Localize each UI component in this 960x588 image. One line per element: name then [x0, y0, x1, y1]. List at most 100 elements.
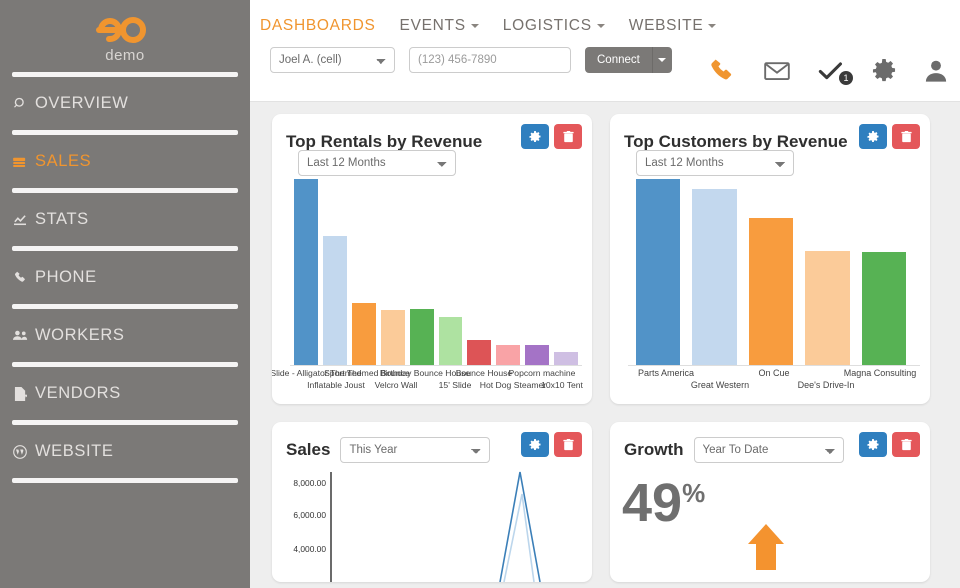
- phone-icon: [12, 271, 28, 284]
- panel-settings-button[interactable]: [521, 432, 549, 457]
- bar: [323, 236, 347, 366]
- panel-title: Growth: [624, 440, 684, 460]
- bar: [410, 309, 434, 366]
- sidebar-item-label: WEBSITE: [35, 442, 113, 461]
- bar: [805, 251, 849, 366]
- panel-settings-button[interactable]: [521, 124, 549, 149]
- x-tick-label: Velcro Wall: [375, 380, 418, 390]
- bar: [496, 345, 520, 366]
- envelope-icon[interactable]: [764, 61, 790, 81]
- tab-website[interactable]: WEBSITE: [629, 17, 717, 35]
- bar: [749, 218, 793, 366]
- file-invoice-icon: [12, 387, 28, 401]
- x-tick-label: Popcorn machine: [509, 368, 576, 378]
- sidebar-item-phone[interactable]: PHONE: [0, 251, 250, 304]
- x-tick-label: Parts America: [638, 368, 694, 378]
- sidebar-divider: [12, 246, 238, 251]
- sidebar-item-sales[interactable]: SALES: [0, 135, 250, 188]
- tab-events[interactable]: EVENTS: [400, 17, 479, 35]
- arrow-up-icon: [746, 524, 786, 575]
- period-select[interactable]: Year To Date: [694, 437, 844, 463]
- tasks-check-icon[interactable]: 1: [818, 61, 844, 81]
- line-series-1: [500, 472, 540, 582]
- trash-icon: [901, 131, 912, 143]
- trash-icon: [563, 439, 574, 451]
- trash-icon: [901, 439, 912, 451]
- brand-logo[interactable]: demo: [0, 0, 250, 72]
- sidebar-item-label: OVERVIEW: [35, 94, 128, 113]
- x-tick-label: Dee's Drive-In: [798, 380, 855, 390]
- bar-series: [294, 154, 578, 366]
- bar: [439, 317, 463, 366]
- connect-dropdown-toggle[interactable]: [652, 47, 672, 73]
- chart-top-rentals: Dry Slide - Alligator Themed Inflatable …: [272, 154, 592, 404]
- chevron-down-icon: [708, 24, 716, 28]
- sidebar-item-website[interactable]: WEBSITE: [0, 425, 250, 478]
- sidebar-divider: [12, 72, 238, 77]
- bar: [692, 189, 736, 366]
- x-tick-label: On Cue: [758, 368, 789, 378]
- growth-kpi: 49%: [610, 466, 930, 582]
- bar: [862, 252, 906, 366]
- phone-line-select[interactable]: Joel A. (cell): [270, 47, 395, 73]
- sidebar-divider: [12, 188, 238, 193]
- sidebar-item-label: PHONE: [35, 268, 97, 287]
- main-content: DASHBOARDS EVENTS LOGISTICS WEBSITE Joel…: [250, 0, 960, 588]
- x-tick-label: Inflatable Joust: [307, 380, 365, 390]
- connect-button[interactable]: Connect: [585, 47, 652, 73]
- bar: [554, 352, 578, 366]
- bar: [467, 340, 491, 366]
- tab-label: LOGISTICS: [503, 17, 592, 34]
- sidebar-item-overview[interactable]: OVERVIEW: [0, 77, 250, 130]
- top-navigation: DASHBOARDS EVENTS LOGISTICS WEBSITE: [250, 0, 960, 35]
- sidebar-divider: [12, 478, 238, 483]
- panel-delete-button[interactable]: [554, 124, 582, 149]
- x-axis-labels: Parts America Great Western On Cue Dee's…: [610, 368, 930, 400]
- chart-line-icon: [12, 214, 28, 226]
- growth-number: 49: [622, 473, 682, 533]
- notification-badge: 1: [839, 71, 853, 85]
- period-select[interactable]: This Year: [340, 437, 490, 463]
- tab-dashboards[interactable]: DASHBOARDS: [260, 17, 376, 35]
- panel-settings-button[interactable]: [859, 124, 887, 149]
- sidebar-divider: [12, 362, 238, 367]
- gear-icon: [529, 439, 541, 451]
- x-tick-label: Bounce House: [456, 368, 512, 378]
- user-icon[interactable]: [924, 59, 948, 83]
- x-tick-label: Great Western: [691, 380, 749, 390]
- panel-top-customers: Top Customers by Revenue Last 12 Months: [610, 114, 930, 404]
- sidebar-item-vendors[interactable]: VENDORS: [0, 367, 250, 420]
- wordpress-icon: [12, 445, 28, 459]
- panel-delete-button[interactable]: [892, 124, 920, 149]
- users-icon: [12, 330, 28, 341]
- sales-line-series: [272, 466, 592, 582]
- phone-number-input[interactable]: [409, 47, 571, 73]
- sidebar-item-label: STATS: [35, 210, 89, 229]
- panel-actions: [859, 432, 920, 457]
- growth-value: 49%: [622, 476, 705, 530]
- x-tick-label: 15' Slide: [439, 380, 472, 390]
- x-tick-label: Magna Consulting: [844, 368, 917, 378]
- tab-label: WEBSITE: [629, 17, 704, 34]
- gear-icon[interactable]: [872, 59, 896, 83]
- tab-logistics[interactable]: LOGISTICS: [503, 17, 605, 35]
- panel-sales: Sales This Year 8,000.00: [272, 422, 592, 582]
- bar: [525, 345, 549, 366]
- panel-delete-button[interactable]: [892, 432, 920, 457]
- top-icon-bar: 1: [710, 58, 948, 84]
- x-axis-line: [628, 365, 920, 366]
- panel-settings-button[interactable]: [859, 432, 887, 457]
- sidebar-item-workers[interactable]: WORKERS: [0, 309, 250, 362]
- sidebar-item-stats[interactable]: STATS: [0, 193, 250, 246]
- panel-delete-button[interactable]: [554, 432, 582, 457]
- chevron-down-icon: [597, 24, 605, 28]
- period-select[interactable]: Last 12 Months: [298, 150, 456, 176]
- sidebar: demo OVERVIEW SALES STATS: [0, 0, 250, 588]
- period-select[interactable]: Last 12 Months: [636, 150, 794, 176]
- growth-unit: %: [682, 478, 705, 508]
- phone-icon[interactable]: [710, 58, 736, 84]
- panel-title: Top Customers by Revenue: [624, 132, 848, 152]
- panel-actions: [521, 432, 582, 457]
- sidebar-item-label: SALES: [35, 152, 91, 171]
- sidebar-divider: [12, 420, 238, 425]
